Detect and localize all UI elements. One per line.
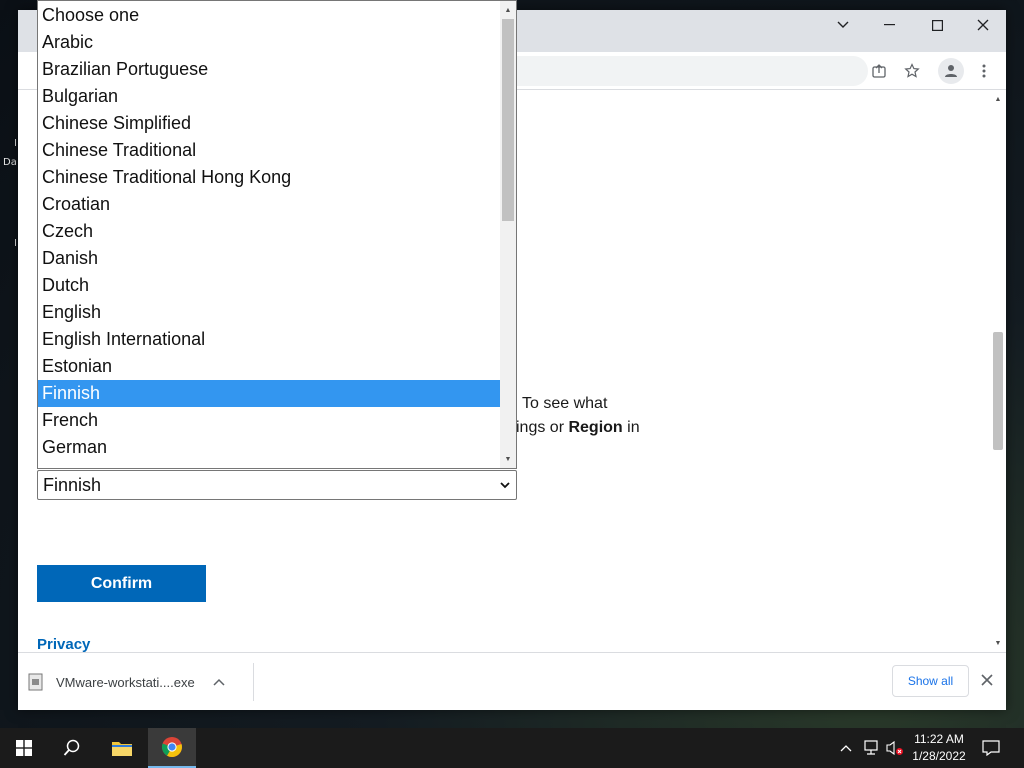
dropdown-option[interactable]: French — [38, 407, 500, 434]
page-scrollbar[interactable]: ▲ ▼ — [990, 90, 1006, 652]
search-button[interactable] — [48, 728, 96, 768]
maximize-icon — [931, 19, 943, 31]
dropdown-option[interactable]: Bulgarian — [38, 83, 500, 110]
folder-icon — [112, 742, 132, 756]
close-icon — [981, 674, 993, 686]
dropdown-option[interactable]: Croatian — [38, 191, 500, 218]
dropdown-option[interactable]: Czech — [38, 218, 500, 245]
taskbar: 11:22 AM 1/28/2022 — [0, 728, 1024, 768]
search-icon — [63, 739, 80, 756]
download-item[interactable]: VMware-workstati....exe — [28, 663, 254, 701]
tab-search-button[interactable] — [820, 10, 866, 40]
chrome-icon — [161, 737, 182, 758]
dropdown-option[interactable]: English International — [38, 326, 500, 353]
volume-muted-icon — [886, 740, 903, 756]
show-hidden-icons-button[interactable] — [836, 738, 856, 758]
installer-file-icon — [28, 673, 43, 691]
chevron-down-icon — [500, 482, 510, 489]
network-icon — [864, 740, 878, 755]
privacy-link[interactable]: Privacy — [37, 636, 90, 652]
network-tray-button[interactable] — [861, 738, 881, 758]
windows-logo-icon — [16, 740, 32, 756]
volume-tray-button[interactable] — [885, 738, 905, 758]
chevron-up-icon[interactable] — [213, 678, 225, 686]
dropdown-option[interactable]: Finnish — [38, 380, 500, 407]
confirm-button[interactable]: Confirm — [37, 565, 206, 602]
clock-time: 11:22 AM — [914, 732, 964, 746]
instruction-text-line2: ings or Region in — [516, 419, 640, 436]
dropdown-option[interactable]: German — [38, 434, 500, 461]
dropdown-option[interactable]: Chinese Traditional — [38, 137, 500, 164]
region-emphasis: Region — [568, 419, 623, 436]
maximize-button[interactable] — [914, 10, 960, 40]
dropdown-scroll-up-arrow[interactable]: ▲ — [500, 3, 516, 17]
download-bar: VMware-workstati....exe Show all — [18, 652, 1006, 710]
dropdown-scroll-down-arrow[interactable]: ▼ — [500, 452, 516, 466]
language-dropdown-list[interactable]: Choose one Arabic Brazilian Portuguese Bulg… — [37, 0, 517, 469]
star-icon — [904, 63, 920, 78]
scroll-down-arrow[interactable]: ▼ — [990, 636, 1006, 650]
dropdown-option[interactable]: Estonian — [38, 353, 500, 380]
dropdown-option[interactable]: Arabic — [38, 29, 500, 56]
dropdown-option[interactable]: Danish — [38, 245, 500, 272]
dropdown-option[interactable]: Choose one — [38, 2, 500, 29]
clock-date: 1/28/2022 — [912, 749, 966, 763]
share-icon — [872, 64, 886, 78]
bookmark-button[interactable] — [899, 58, 925, 84]
notifications-button[interactable] — [981, 738, 1001, 758]
dropdown-option[interactable]: Brazilian Portuguese — [38, 56, 500, 83]
dropdown-option[interactable]: Dutch — [38, 272, 500, 299]
download-file-name: VMware-workstati....exe — [56, 674, 195, 690]
person-icon — [945, 65, 957, 77]
instruction-text-line1: To see what — [522, 395, 608, 412]
show-all-downloads-button[interactable]: Show all — [892, 665, 969, 697]
profile-button[interactable] — [938, 58, 964, 84]
file-explorer-button[interactable] — [98, 728, 146, 768]
chrome-taskbar-button[interactable] — [148, 728, 196, 768]
close-window-button[interactable] — [960, 10, 1006, 40]
dropdown-scrollbar[interactable]: ▲ ▼ — [500, 1, 516, 468]
minimize-button[interactable] — [866, 10, 912, 40]
dropdown-scrollbar-thumb[interactable] — [502, 19, 514, 221]
chevron-up-icon — [840, 745, 852, 752]
dropdown-options: Choose one Arabic Brazilian Portuguese Bulg… — [38, 2, 500, 461]
scroll-up-arrow[interactable]: ▲ — [990, 92, 1006, 106]
close-download-bar-button[interactable] — [978, 671, 996, 689]
more-vert-icon — [982, 64, 986, 78]
scrollbar-thumb[interactable] — [993, 332, 1003, 450]
dropdown-option[interactable]: English — [38, 299, 500, 326]
taskbar-clock[interactable]: 11:22 AM 1/28/2022 — [904, 731, 974, 765]
minimize-icon — [883, 24, 895, 26]
dropdown-option[interactable]: Chinese Traditional Hong Kong — [38, 164, 500, 191]
chevron-down-icon — [837, 21, 849, 28]
close-icon — [977, 19, 989, 31]
share-button[interactable] — [866, 58, 892, 84]
language-select-value: Finnish — [43, 474, 102, 495]
menu-button[interactable] — [971, 58, 997, 84]
notification-icon — [982, 740, 1000, 756]
language-select[interactable]: Finnish — [37, 470, 517, 500]
start-button[interactable] — [0, 728, 48, 768]
dropdown-option[interactable]: Chinese Simplified — [38, 110, 500, 137]
